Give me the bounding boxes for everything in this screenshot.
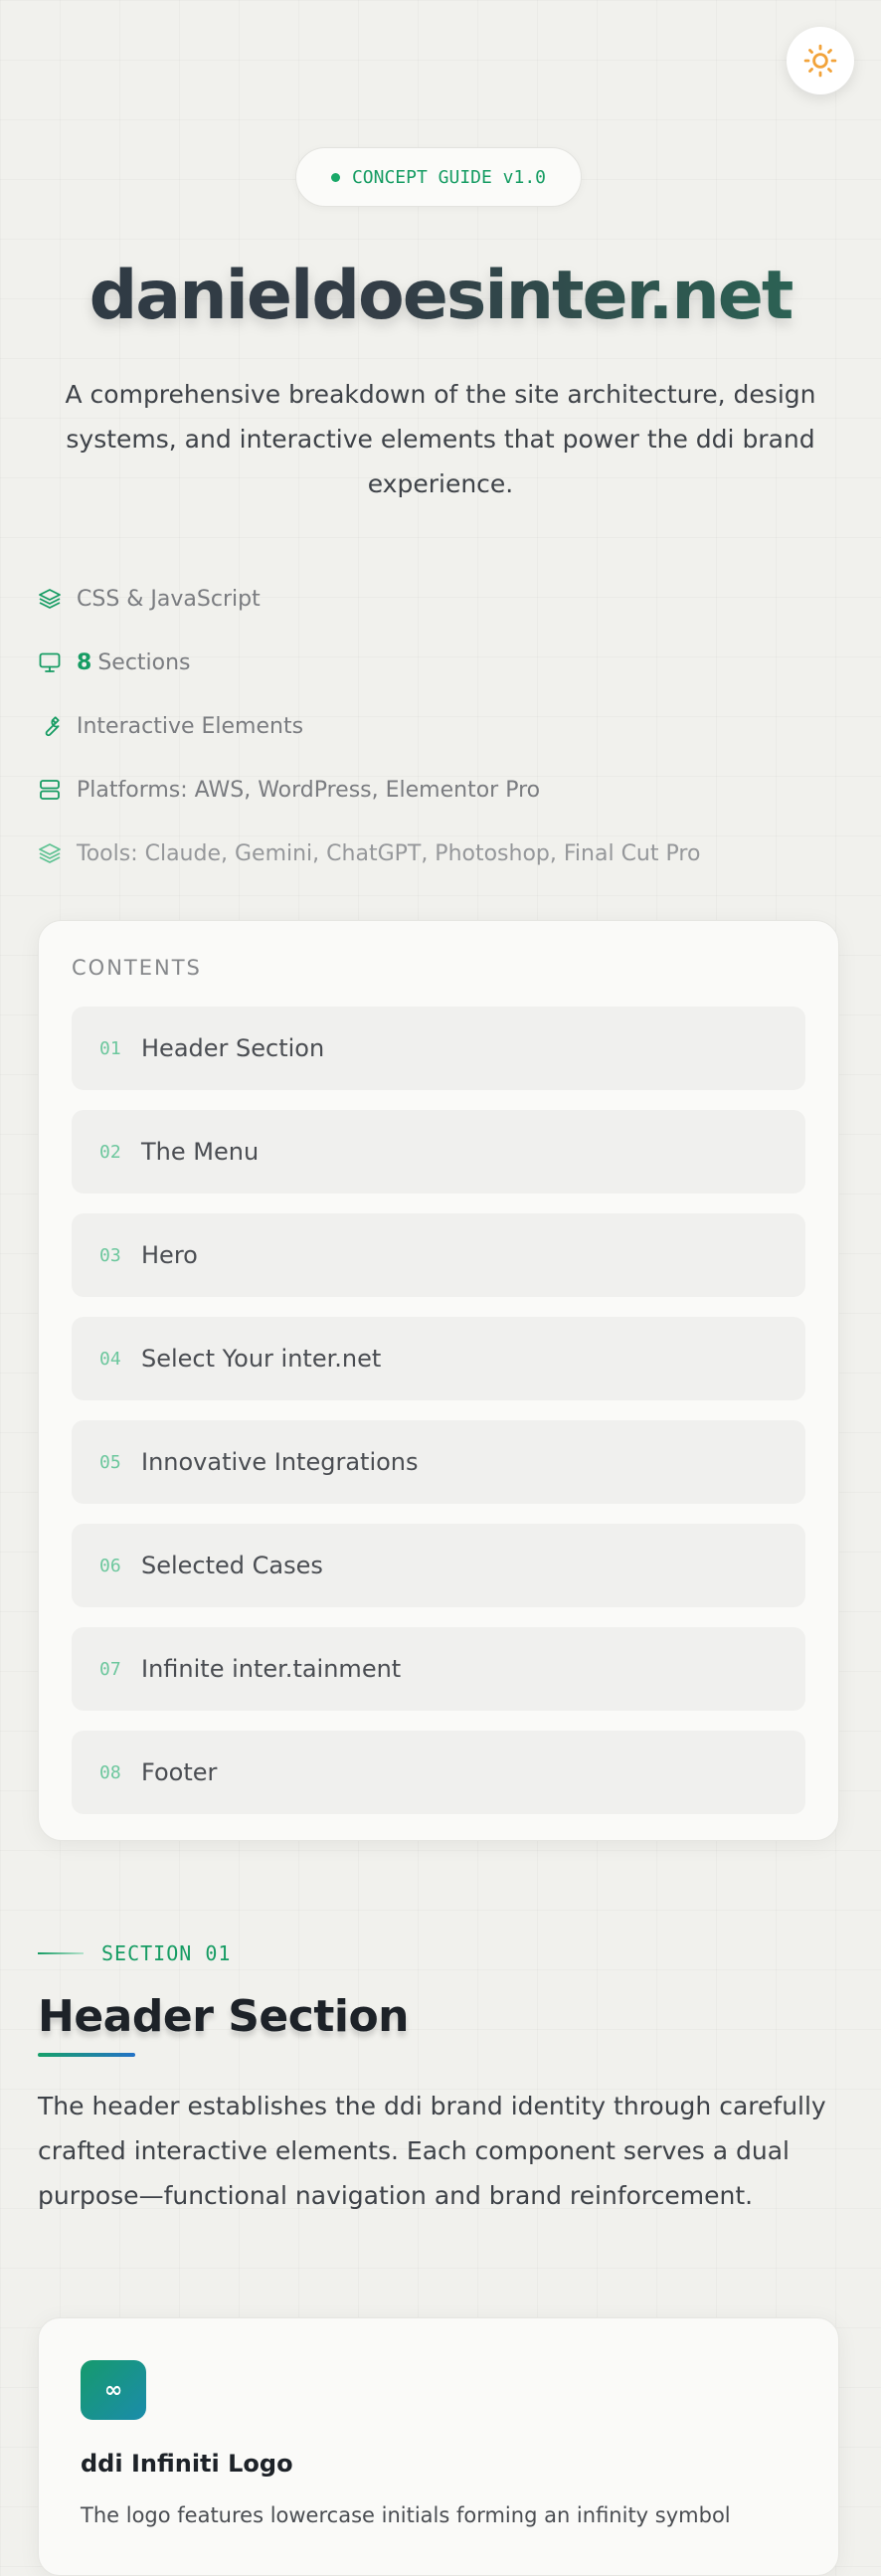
concept-guide-badge: CONCEPT GUIDE v1.0 — [295, 147, 582, 207]
toc-item-label: Hero — [141, 1241, 198, 1269]
meta-tech-label: CSS & JavaScript — [77, 586, 261, 612]
meta-item-tools: Tools: Claude, Gemini, ChatGPT, Photosho… — [37, 822, 832, 885]
page-title: danieldoesinter.net — [0, 257, 881, 336]
toc-item-number: 08 — [99, 1761, 121, 1783]
meta-item-sections: 8 Sections — [37, 631, 832, 694]
toc-item-label: Infinite inter.tainment — [141, 1655, 402, 1683]
table-of-contents: CONTENTS 01 Header Section 02 The Menu 0… — [38, 920, 839, 1841]
infinity-symbol: ∞ — [103, 2377, 123, 2403]
meta-item-interactive: Interactive Elements — [37, 694, 832, 758]
toc-item-label: Select Your inter.net — [141, 1345, 382, 1373]
toc-item-the-menu[interactable]: 02 The Menu — [72, 1110, 805, 1194]
layers-icon — [37, 840, 63, 866]
infinity-icon: ∞ — [81, 2360, 146, 2420]
toc-item-innovative-integrations[interactable]: 05 Innovative Integrations — [72, 1420, 805, 1504]
intro-text: A comprehensive breakdown of the site ar… — [65, 380, 816, 498]
meta-item-platforms: Platforms: AWS, WordPress, Elementor Pro — [37, 758, 832, 822]
meta-list: CSS & JavaScript 8 Sections Interactive … — [37, 567, 832, 885]
meta-item-tech: CSS & JavaScript — [37, 567, 832, 631]
section-tag-label: SECTION 01 — [101, 1941, 232, 1965]
toc-item-number: 03 — [99, 1244, 121, 1266]
sun-icon — [803, 44, 837, 78]
toc-item-label: Innovative Integrations — [141, 1448, 419, 1476]
toc-item-select-your-inter-net[interactable]: 04 Select Your inter.net — [72, 1317, 805, 1400]
heading-underline — [38, 2053, 135, 2057]
toc-item-number: 07 — [99, 1658, 121, 1680]
toc-item-label: Footer — [141, 1758, 218, 1786]
server-icon — [37, 777, 63, 803]
toc-title: CONTENTS — [72, 956, 202, 980]
layers-icon — [37, 586, 63, 612]
toc-item-infinite-inter-tainment[interactable]: 07 Infinite inter.tainment — [72, 1627, 805, 1711]
toc-item-header-section[interactable]: 01 Header Section — [72, 1007, 805, 1090]
theme-toggle-button[interactable] — [787, 27, 854, 94]
card-description: The logo features lowercase initials for… — [81, 2503, 731, 2527]
sections-label: Sections — [97, 649, 191, 675]
status-dot — [330, 172, 340, 182]
section-heading: Header Section — [38, 1991, 410, 2042]
badge-label: CONCEPT GUIDE v1.0 — [351, 166, 547, 188]
toc-item-label: Selected Cases — [141, 1552, 323, 1579]
section-description: The header establishes the ddi brand ide… — [38, 2092, 826, 2210]
meta-platforms-label: Platforms: AWS, WordPress, Elementor Pro — [77, 777, 541, 803]
card-title: ddi Infiniti Logo — [81, 2450, 293, 2478]
toc-item-number: 04 — [99, 1348, 121, 1370]
toc-item-label: The Menu — [141, 1138, 260, 1166]
section-tag-line — [38, 1952, 84, 1954]
meta-interactive-label: Interactive Elements — [77, 713, 304, 739]
meta-tools-label: Tools: Claude, Gemini, ChatGPT, Photosho… — [77, 840, 701, 866]
section-tag: SECTION 01 — [38, 1941, 231, 1965]
toc-item-hero[interactable]: 03 Hero — [72, 1213, 805, 1297]
toc-item-label: Header Section — [141, 1034, 325, 1062]
toc-item-number: 05 — [99, 1451, 121, 1473]
toc-item-number: 06 — [99, 1555, 121, 1576]
wrench-icon — [37, 713, 63, 739]
toc-item-number: 01 — [99, 1037, 121, 1059]
toc-item-footer[interactable]: 08 Footer — [72, 1731, 805, 1814]
logo-card: ∞ ddi Infiniti Logo The logo features lo… — [38, 2317, 839, 2576]
toc-item-number: 02 — [99, 1141, 121, 1163]
sections-count: 8 — [77, 649, 92, 675]
monitor-icon — [37, 649, 63, 675]
toc-item-selected-cases[interactable]: 06 Selected Cases — [72, 1524, 805, 1607]
